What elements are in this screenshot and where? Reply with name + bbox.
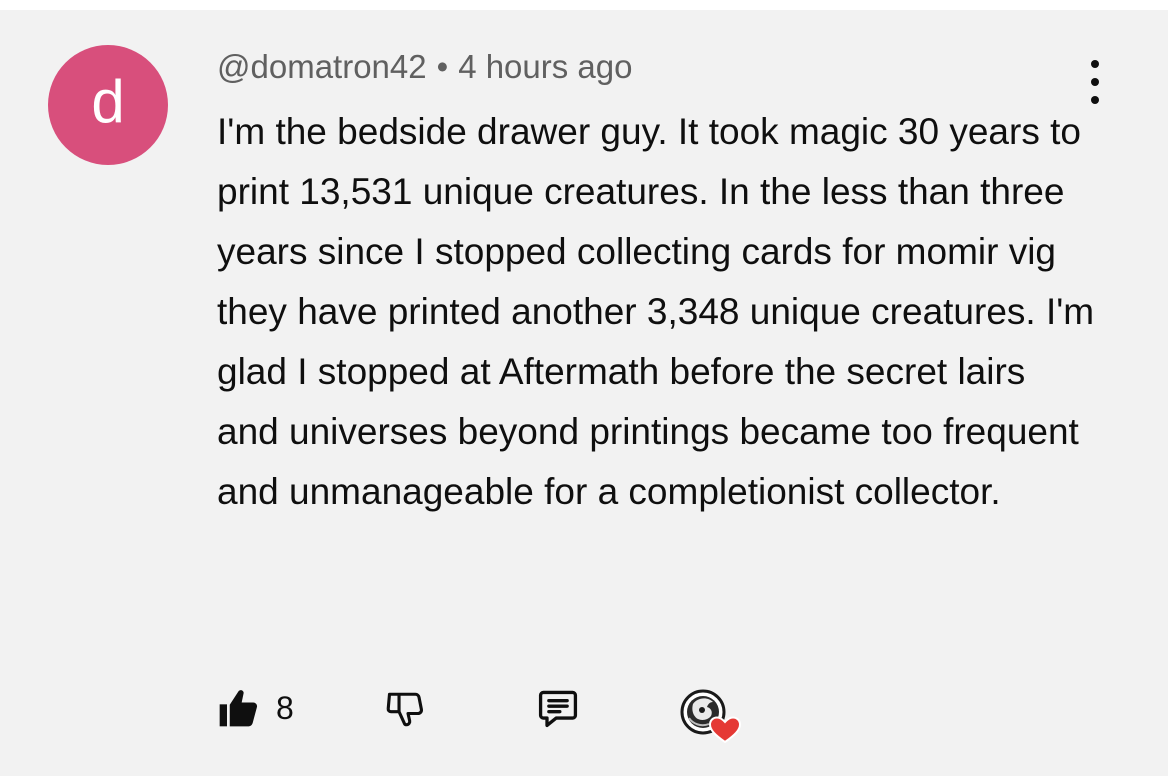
like-count: 8 (276, 690, 294, 726)
avatar[interactable]: d (48, 45, 168, 165)
creator-heart-icon (680, 689, 742, 744)
reply-button[interactable] (536, 686, 580, 730)
comment-card: d @domatron42 • 4 hours ago I'm the bedsid… (0, 10, 1168, 776)
timestamp[interactable]: 4 hours ago (458, 48, 632, 85)
separator-dot: • (436, 48, 449, 85)
reply-icon (538, 690, 578, 728)
like-button[interactable] (216, 686, 260, 730)
creator-heart-badge[interactable] (675, 682, 745, 746)
dislike-button[interactable] (384, 686, 428, 730)
comment-header: @domatron42 • 4 hours ago (217, 48, 633, 86)
avatar-letter: d (91, 68, 125, 135)
author-handle[interactable]: @domatron42 (217, 48, 427, 85)
more-options-button[interactable] (1081, 60, 1109, 104)
thumbs-down-icon (386, 692, 424, 727)
thumbs-up-icon (219, 690, 258, 727)
comment-text: I'm the bedside drawer guy. It took magi… (217, 111, 1095, 512)
more-vertical-icon (1091, 60, 1099, 68)
